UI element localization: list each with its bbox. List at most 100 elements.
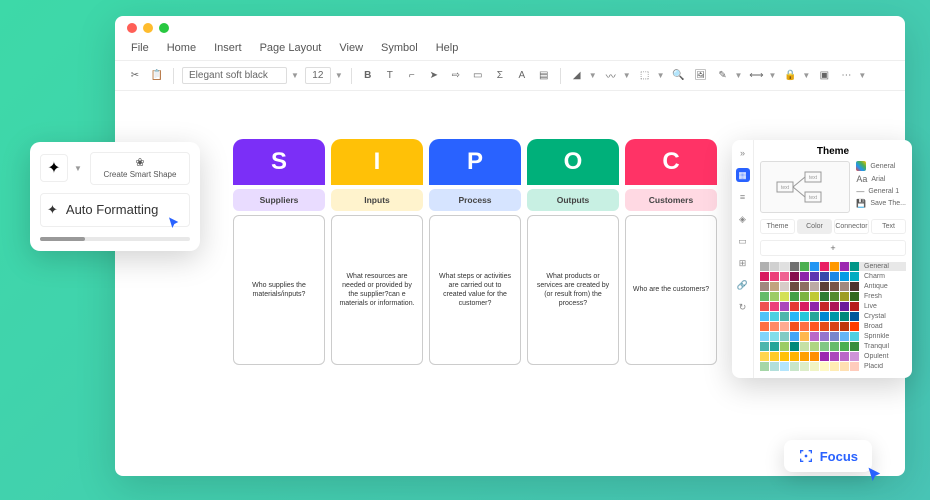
maximize-dot[interactable] bbox=[159, 23, 169, 33]
line-icon[interactable]: 〰 bbox=[603, 68, 619, 84]
swatch-row-opulent[interactable]: Opulent bbox=[760, 352, 906, 361]
label-suppliers: Suppliers bbox=[233, 189, 325, 211]
body-process[interactable]: What steps or activities are carried out… bbox=[429, 215, 521, 365]
font-icon[interactable]: A bbox=[514, 68, 530, 84]
swatch-row-sprinkle[interactable]: Sprinkle bbox=[760, 332, 906, 341]
layer-icon[interactable]: ◈ bbox=[736, 212, 750, 226]
style-save[interactable]: 💾Save The... bbox=[856, 199, 906, 208]
menu-home[interactable]: Home bbox=[167, 42, 196, 54]
col-process[interactable]: P Process What steps or activities are c… bbox=[429, 139, 521, 365]
grid-icon[interactable]: ▦ bbox=[736, 168, 750, 182]
toolbar: ✂ 📋 Elegant soft black▼ 12▼ B T ⌐ ➤ ⇨ ▭ … bbox=[115, 61, 905, 91]
fill-icon[interactable]: ◢ bbox=[569, 68, 585, 84]
menu-symbol[interactable]: Symbol bbox=[381, 42, 418, 54]
spark-icon[interactable]: ✦ bbox=[40, 154, 68, 182]
image-icon[interactable]: 🖼 bbox=[693, 68, 709, 84]
swatch-row-placid[interactable]: Placid bbox=[760, 362, 906, 371]
layers-icon[interactable]: ▣ bbox=[816, 68, 832, 84]
swatch-row-fresh[interactable]: Fresh bbox=[760, 292, 906, 301]
add-theme[interactable]: + bbox=[760, 240, 906, 256]
style-general1[interactable]: —General 1 bbox=[856, 187, 906, 196]
auto-format-floater: ✦▼ ❀Create Smart Shape ✦ Auto Formatting bbox=[30, 142, 200, 251]
shape-icon[interactable]: ▭ bbox=[470, 68, 486, 84]
format-slider[interactable] bbox=[40, 237, 190, 241]
sipoc-diagram: S Suppliers Who supplies the materials/i… bbox=[233, 139, 717, 365]
letter-o: O bbox=[527, 139, 619, 185]
svg-text:text: text bbox=[781, 185, 790, 191]
tab-theme[interactable]: Theme bbox=[760, 219, 795, 234]
corner-icon[interactable]: ⌐ bbox=[404, 68, 420, 84]
font-select[interactable]: Elegant soft black bbox=[182, 67, 287, 84]
pen-icon[interactable]: ✎ bbox=[715, 68, 731, 84]
svg-text:text: text bbox=[809, 195, 818, 201]
color-swatches: GeneralCharmAntiqueFreshLiveCrystalBroad… bbox=[760, 262, 906, 371]
label-outputs: Outputs bbox=[527, 189, 619, 211]
menu-page-layout[interactable]: Page Layout bbox=[260, 42, 322, 54]
tab-text[interactable]: Text bbox=[871, 219, 906, 234]
style-general[interactable]: General bbox=[856, 161, 906, 171]
col-customers[interactable]: C Customers Who are the customers? bbox=[625, 139, 717, 365]
cursor-icon bbox=[866, 466, 886, 486]
text-icon[interactable]: T bbox=[382, 68, 398, 84]
label-customers: Customers bbox=[625, 189, 717, 211]
theme-styles: General AaArial —General 1 💾Save The... bbox=[856, 161, 906, 213]
menubar: File Home Insert Page Layout View Symbol… bbox=[115, 40, 905, 61]
style-arial[interactable]: AaArial bbox=[856, 174, 906, 184]
lock-icon[interactable]: 🔒 bbox=[782, 68, 798, 84]
search-icon[interactable]: 🔍 bbox=[671, 68, 687, 84]
letter-i: I bbox=[331, 139, 423, 185]
paste-icon[interactable]: 📋 bbox=[149, 68, 165, 84]
body-outputs[interactable]: What products or services are created by… bbox=[527, 215, 619, 365]
menu-help[interactable]: Help bbox=[436, 42, 459, 54]
label-process: Process bbox=[429, 189, 521, 211]
body-suppliers[interactable]: Who supplies the materials/inputs? bbox=[233, 215, 325, 365]
font-size[interactable]: 12 bbox=[305, 67, 331, 84]
swatch-row-antique[interactable]: Antique bbox=[760, 282, 906, 291]
svg-text:text: text bbox=[809, 175, 818, 181]
swatch-row-charm[interactable]: Charm bbox=[760, 272, 906, 281]
chart-icon[interactable]: ▤ bbox=[536, 68, 552, 84]
focus-button[interactable]: Focus bbox=[784, 440, 872, 472]
theme-preview[interactable]: text text text bbox=[760, 161, 850, 213]
close-dot[interactable] bbox=[127, 23, 137, 33]
align-icon[interactable]: ≡ bbox=[736, 190, 750, 204]
link-icon[interactable]: 🔗 bbox=[736, 278, 750, 292]
col-outputs[interactable]: O Outputs What products or services are … bbox=[527, 139, 619, 365]
tab-color[interactable]: Color bbox=[797, 219, 832, 234]
auto-formatting-button[interactable]: ✦ Auto Formatting bbox=[40, 193, 190, 227]
swatch-row-tranquil[interactable]: Tranquil bbox=[760, 342, 906, 351]
menu-view[interactable]: View bbox=[339, 42, 363, 54]
col-inputs[interactable]: I Inputs What resources are needed or pr… bbox=[331, 139, 423, 365]
more-icon[interactable]: ⋯ bbox=[838, 68, 854, 84]
create-smart-shape[interactable]: ❀Create Smart Shape bbox=[90, 152, 190, 185]
theme-tabs: Theme Color Connector Text bbox=[760, 219, 906, 234]
equation-icon[interactable]: Σ bbox=[492, 68, 508, 84]
connector-icon[interactable]: ⇨ bbox=[448, 68, 464, 84]
distribute-icon[interactable]: ⊞ bbox=[736, 256, 750, 270]
bold-icon[interactable]: B bbox=[360, 68, 376, 84]
focus-icon bbox=[798, 448, 814, 464]
crop-icon[interactable]: ⬚ bbox=[637, 68, 653, 84]
tab-connector[interactable]: Connector bbox=[834, 219, 869, 234]
theme-sidebar: » ▦ ≡ ◈ ▭ ⊞ 🔗 ↻ bbox=[732, 140, 754, 378]
minimize-dot[interactable] bbox=[143, 23, 153, 33]
measure-icon[interactable]: ⟷ bbox=[748, 68, 764, 84]
letter-s: S bbox=[233, 139, 325, 185]
menu-file[interactable]: File bbox=[131, 42, 149, 54]
arrow-icon[interactable]: ➤ bbox=[426, 68, 442, 84]
cut-icon[interactable]: ✂ bbox=[127, 68, 143, 84]
page-icon[interactable]: ▭ bbox=[736, 234, 750, 248]
swatch-row-live[interactable]: Live bbox=[760, 302, 906, 311]
body-inputs[interactable]: What resources are needed or provided by… bbox=[331, 215, 423, 365]
sparkle-icon: ✦ bbox=[47, 202, 58, 218]
theme-panel: » ▦ ≡ ◈ ▭ ⊞ 🔗 ↻ Theme text text text Gener… bbox=[732, 140, 912, 378]
swatch-row-broad[interactable]: Broad bbox=[760, 322, 906, 331]
history-icon[interactable]: ↻ bbox=[736, 300, 750, 314]
menu-insert[interactable]: Insert bbox=[214, 42, 242, 54]
swatch-row-general[interactable]: General bbox=[760, 262, 906, 271]
letter-c: C bbox=[625, 139, 717, 185]
body-customers[interactable]: Who are the customers? bbox=[625, 215, 717, 365]
swatch-row-crystal[interactable]: Crystal bbox=[760, 312, 906, 321]
collapse-icon[interactable]: » bbox=[736, 146, 750, 160]
col-suppliers[interactable]: S Suppliers Who supplies the materials/i… bbox=[233, 139, 325, 365]
